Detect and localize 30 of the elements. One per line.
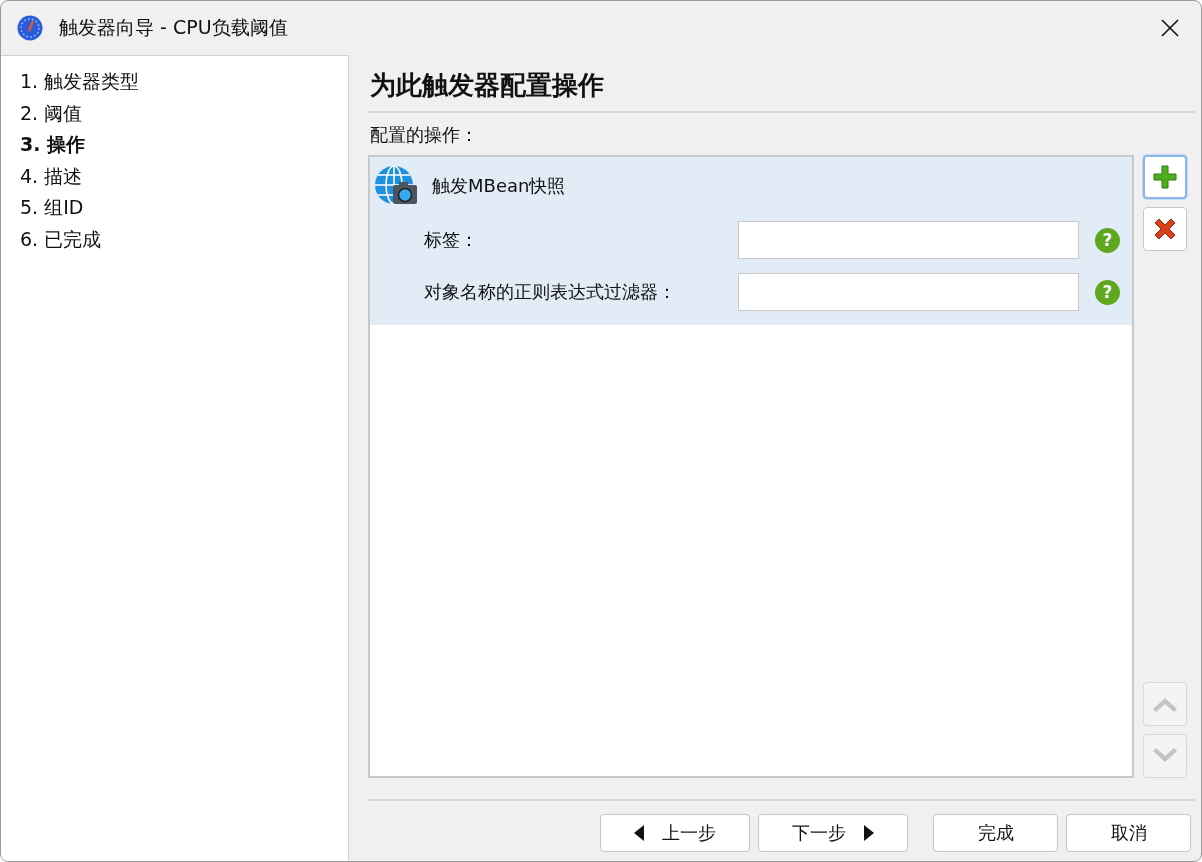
close-icon[interactable]: [1161, 19, 1179, 37]
input-field[interactable]: [738, 221, 1079, 259]
dialog-button[interactable]: 取消: [1066, 814, 1191, 852]
back-button[interactable]: 上一步: [600, 814, 750, 852]
input-field[interactable]: [738, 273, 1079, 311]
triangle-left-icon: [634, 825, 644, 841]
action-item[interactable]: 触发MBean快照 标签： ? 对象名称的正则表达式过滤器： ?: [370, 157, 1132, 325]
remove-button[interactable]: [1143, 207, 1187, 251]
page-heading: 为此触发器配置操作: [369, 69, 605, 102]
action-title: 触发MBean快照: [432, 174, 566, 198]
wizard-step: 1. 触发器类型: [20, 66, 348, 98]
chevron-up-icon: [1151, 695, 1179, 713]
dialog-button[interactable]: 完成: [933, 814, 1058, 852]
add-button[interactable]: [1143, 155, 1187, 199]
wizard-step: 5. 组ID: [20, 192, 348, 224]
field-label: 对象名称的正则表达式过滤器：: [424, 280, 677, 304]
wizard-step: 2. 阈值: [20, 97, 348, 129]
close-icon: [1152, 216, 1178, 242]
globe-camera-icon: [374, 165, 418, 207]
window-title: 触发器向导 - CPU负载阈值: [59, 15, 288, 40]
wizard-step: 3. 操作: [20, 129, 348, 161]
list-label: 配置的操作：: [369, 123, 479, 147]
next-button[interactable]: 下一步: [758, 814, 908, 852]
chevron-down-icon: [1151, 747, 1179, 765]
wizard-step: 6. 已完成: [20, 223, 348, 255]
field-label: 标签：: [424, 228, 479, 252]
plus-icon: [1152, 164, 1178, 190]
wizard-step: 4. 描述: [20, 160, 348, 192]
gauge-icon: [17, 15, 43, 41]
triangle-right-icon: [864, 825, 874, 841]
